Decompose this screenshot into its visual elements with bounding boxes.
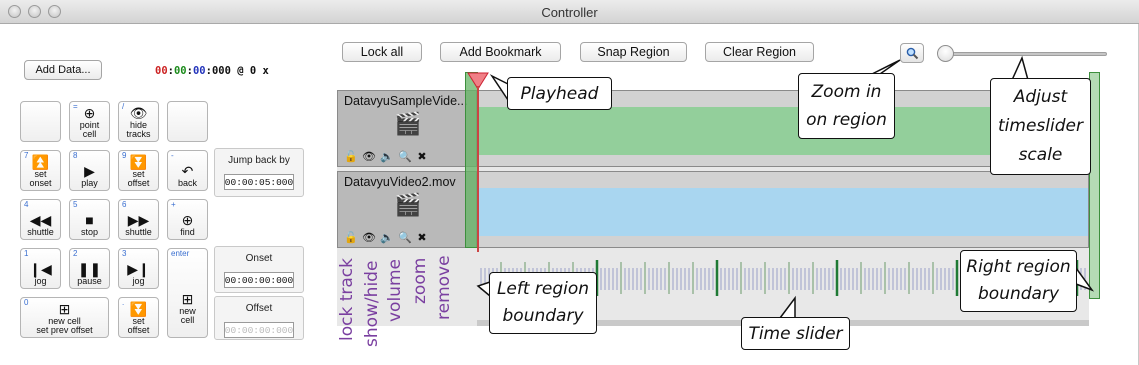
vlabel-remove: remove bbox=[434, 255, 454, 320]
callout-left-region: Left region boundary bbox=[489, 272, 597, 334]
callout-adjust-scale: Adjust timeslider scale bbox=[990, 78, 1091, 175]
callout-time-slider: Time slider bbox=[741, 317, 850, 350]
callout-right-region: Right region boundary bbox=[960, 250, 1077, 312]
vlabel-zoom: zoom bbox=[410, 257, 430, 304]
callout-zoom-in: Zoom in on region bbox=[798, 73, 895, 139]
vlabel-show-hide: show/hide bbox=[362, 260, 382, 347]
callout-playhead: Playhead bbox=[507, 77, 612, 110]
vlabel-lock-track: lock track bbox=[337, 258, 357, 341]
vlabel-volume: volume bbox=[385, 259, 405, 322]
